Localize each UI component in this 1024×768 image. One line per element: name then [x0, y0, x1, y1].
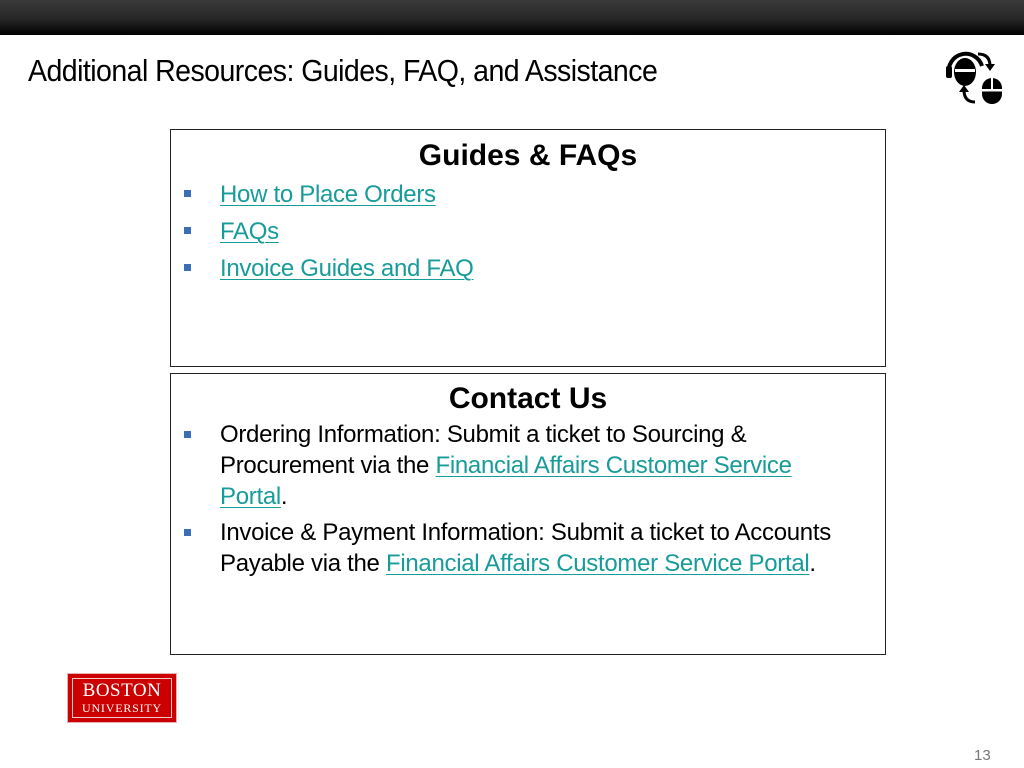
logo-border — [72, 678, 172, 718]
contact-heading: Contact Us — [448, 382, 608, 415]
invoice-guides-link[interactable]: Invoice Guides and FAQ — [220, 255, 474, 282]
customer-support-icon — [946, 51, 1002, 104]
boston-university-logo: BOSTON UNIVERSITY — [67, 673, 177, 723]
list-item: FAQs — [171, 213, 885, 250]
bullet-icon — [184, 227, 191, 234]
top-bar — [0, 0, 1024, 35]
period: . — [809, 550, 816, 577]
contact-panel: Contact Us Ordering Information: Submit … — [170, 373, 886, 655]
page-number: 13 — [974, 747, 991, 764]
slide-title: Additional Resources: Guides, FAQ, and A… — [28, 53, 658, 88]
guides-list: How to Place Orders FAQs Invoice Guides … — [171, 176, 885, 287]
list-item: Ordering Information: Submit a ticket to… — [171, 419, 885, 512]
bullet-icon — [184, 431, 191, 438]
guides-panel: Guides & FAQs How to Place Orders FAQs I… — [170, 129, 886, 367]
bullet-icon — [184, 190, 191, 197]
bullet-icon — [184, 529, 191, 536]
bullet-icon — [184, 264, 191, 271]
period: . — [280, 483, 288, 510]
how-to-place-orders-link[interactable]: How to Place Orders — [220, 181, 436, 208]
list-item: How to Place Orders — [171, 176, 885, 213]
list-item: Invoice & Payment Information: Submit a … — [171, 517, 885, 579]
faqs-link[interactable]: FAQs — [220, 218, 279, 245]
contact-list: Ordering Information: Submit a ticket to… — [171, 419, 885, 579]
list-item: Invoice Guides and FAQ — [171, 250, 885, 287]
guides-heading: Guides & FAQs — [418, 139, 638, 172]
customer-service-portal-link[interactable]: Financial Affairs Customer Service Porta… — [386, 550, 810, 577]
